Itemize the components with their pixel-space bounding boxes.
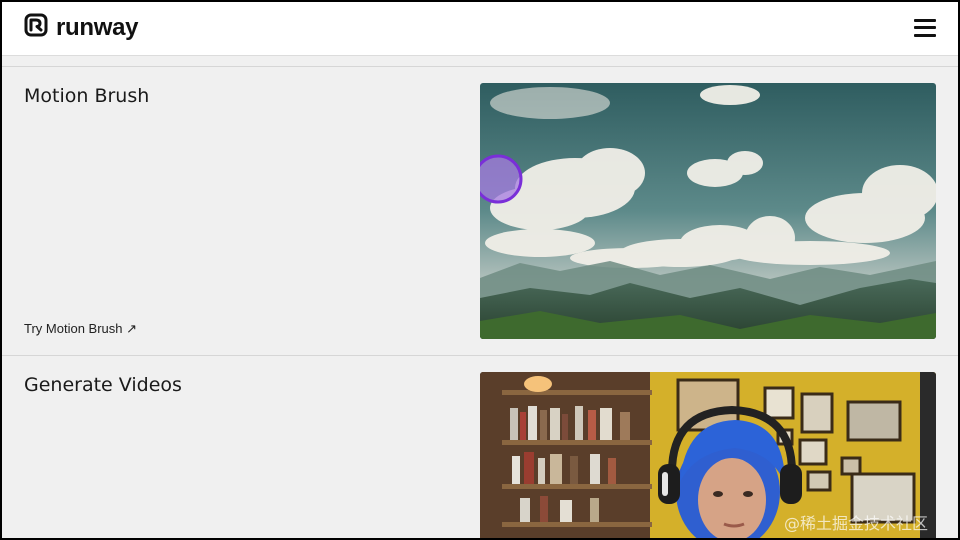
section-divider <box>0 66 960 67</box>
try-motion-brush-link[interactable]: Try Motion Brush ↗ <box>24 321 137 337</box>
runway-logo-icon <box>24 13 48 42</box>
woman-headphones-bookshelf-image[interactable]: @稀土掘金技术社区 <box>480 372 936 540</box>
hamburger-menu-icon[interactable] <box>914 18 936 37</box>
section-title: Motion Brush <box>24 85 150 107</box>
section-divider <box>0 355 960 356</box>
watermark-text: @稀土掘金技术社区 <box>783 514 928 533</box>
brand-name: runway <box>56 13 139 41</box>
landscape-clouds-mountains-image[interactable] <box>480 83 936 339</box>
top-nav: runway <box>0 0 960 56</box>
section-title: Generate Videos <box>24 374 182 396</box>
brand[interactable]: runway <box>24 13 139 42</box>
